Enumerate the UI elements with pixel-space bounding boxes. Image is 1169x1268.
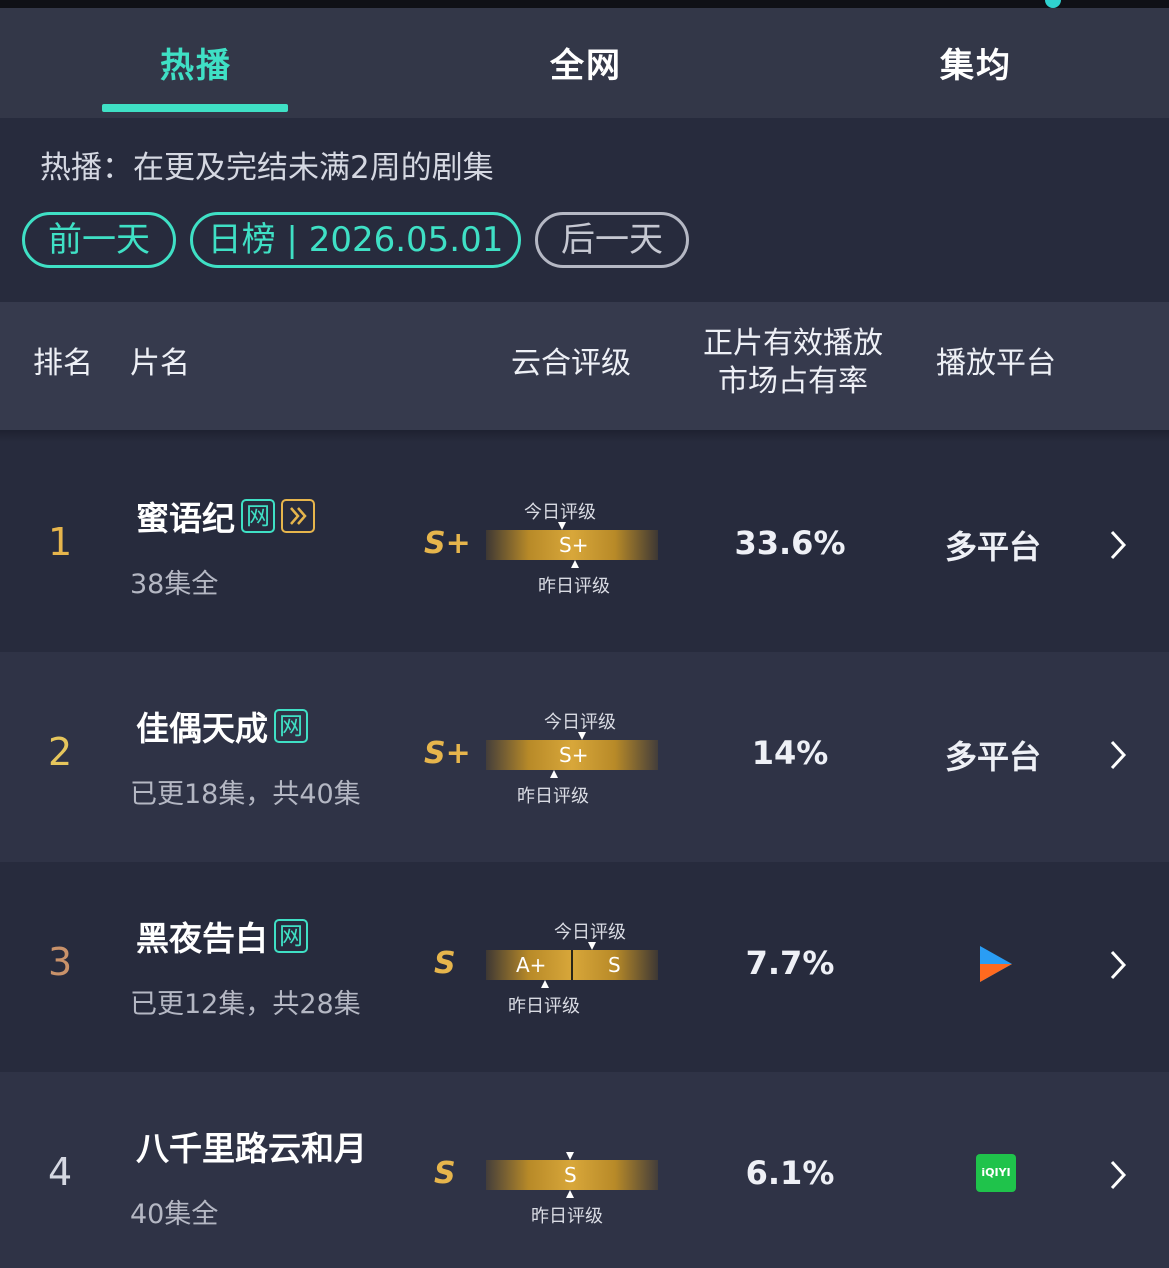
- column-platform: 播放平台: [936, 346, 1056, 381]
- chevron-right-icon[interactable]: [1108, 738, 1128, 772]
- scroll-indicator-dot: [1045, 0, 1061, 8]
- next-day-button[interactable]: 后一天: [535, 212, 689, 268]
- table-row[interactable]: 3 黑夜告白 网 已更12集，共28集 S 今日评级 A+ S 昨日评级 7.7…: [0, 862, 1169, 1072]
- rank-number: 2: [48, 730, 73, 774]
- episode-status: 已更18集，共40集: [130, 779, 361, 810]
- grade-bar: A+ S: [486, 950, 658, 980]
- show-title-text: 蜜语纪: [136, 499, 235, 538]
- grade-bar: S+: [486, 530, 658, 560]
- grade-bar: S: [486, 1160, 658, 1190]
- today-marker-icon: [566, 1152, 574, 1160]
- yesterday-grade-label: 昨日评级: [531, 1206, 603, 1227]
- grade-value: S: [434, 946, 456, 981]
- grade-bar-label: S+: [559, 743, 589, 767]
- market-share: 6.1%: [745, 1154, 835, 1192]
- show-title-text: 八千里路云和月: [136, 1129, 367, 1168]
- market-share: 33.6%: [734, 524, 846, 562]
- active-tab-underline: [102, 104, 288, 112]
- yesterday-marker-icon: [571, 560, 579, 568]
- grade-bar-right-label: S: [608, 953, 621, 977]
- table-row[interactable]: 2 佳偶天成 网 已更18集，共40集 S+ 今日评级 S+ 昨日评级 14% …: [0, 652, 1169, 862]
- episode-status: 40集全: [130, 1199, 219, 1230]
- grade-bar: S+: [486, 740, 658, 770]
- episode-status: 已更12集，共28集: [130, 989, 361, 1020]
- tab-bar: 热播 全网 集均: [0, 8, 1169, 118]
- table-row[interactable]: 1 蜜语纪 网 38集全 S+ 今日评级 S+ 昨日评级 33.6% 多平台: [0, 442, 1169, 652]
- show-title: 蜜语纪 网: [136, 492, 315, 540]
- show-title: 佳偶天成 网: [136, 702, 308, 750]
- page-description: 热播：在更及完结未满2周的剧集: [40, 150, 494, 186]
- today-grade-label: 今日评级: [544, 712, 616, 733]
- platform-name: 多平台: [945, 738, 1042, 776]
- show-title-text: 佳偶天成: [136, 709, 268, 748]
- market-share: 14%: [751, 734, 829, 772]
- yesterday-marker-icon: [550, 770, 558, 778]
- show-title: 八千里路云和月: [136, 1122, 367, 1170]
- grade-bar-label: S+: [559, 533, 589, 557]
- header-shadow: [0, 430, 1169, 442]
- date-selector[interactable]: 日榜 | 2026.05.01: [190, 212, 521, 268]
- yesterday-grade-label: 昨日评级: [517, 786, 589, 807]
- today-grade-label: 今日评级: [554, 922, 626, 943]
- rank-number: 4: [48, 1150, 73, 1194]
- network-badge: 网: [274, 919, 308, 953]
- show-title: 黑夜告白 网: [136, 912, 308, 960]
- grade-bar-left-label: A+: [516, 953, 547, 977]
- chevron-right-icon[interactable]: [1108, 528, 1128, 562]
- platform-name: 多平台: [945, 528, 1042, 566]
- iqiyi-logo-icon: iQIYI: [976, 1154, 1016, 1192]
- today-marker-icon: [588, 942, 596, 950]
- network-badge: 网: [274, 709, 308, 743]
- column-rank: 排名: [33, 346, 93, 381]
- yesterday-grade-label: 昨日评级: [538, 576, 610, 597]
- column-share-line2: 市场占有率: [718, 364, 868, 399]
- youku-play-icon: [980, 946, 1012, 982]
- rank-number: 1: [48, 520, 73, 564]
- rank-number: 3: [48, 940, 73, 984]
- prev-day-button[interactable]: 前一天: [22, 212, 176, 268]
- today-marker-icon: [578, 732, 586, 740]
- top-bar: [0, 0, 1169, 8]
- column-title: 片名: [130, 346, 190, 381]
- tab-hot[interactable]: 热播: [160, 38, 232, 87]
- grade-bar-label: S: [564, 1163, 577, 1187]
- fast-forward-icon: [281, 499, 315, 533]
- yesterday-marker-icon: [541, 980, 549, 988]
- grade-bar-divider: [571, 950, 573, 980]
- yesterday-marker-icon: [566, 1190, 574, 1198]
- yesterday-grade-label: 昨日评级: [508, 996, 580, 1017]
- column-grade: 云合评级: [511, 346, 631, 381]
- column-share-line1: 正片有效播放: [703, 326, 883, 361]
- episode-status: 38集全: [130, 569, 219, 600]
- chevron-right-icon[interactable]: [1108, 1158, 1128, 1192]
- grade-value: S+: [424, 526, 471, 561]
- network-badge: 网: [241, 499, 275, 533]
- show-title-text: 黑夜告白: [136, 919, 268, 958]
- today-marker-icon: [558, 522, 566, 530]
- tab-all-network[interactable]: 全网: [550, 38, 622, 87]
- grade-value: S+: [424, 736, 471, 771]
- today-grade-label: 今日评级: [524, 502, 596, 523]
- table-row[interactable]: 4 八千里路云和月 40集全 S S 昨日评级 6.1% iQIYI: [0, 1072, 1169, 1268]
- table-header: 排名 片名 云合评级 正片有效播放 市场占有率 播放平台: [0, 302, 1169, 430]
- chevron-right-icon[interactable]: [1108, 948, 1128, 982]
- market-share: 7.7%: [745, 944, 835, 982]
- grade-value: S: [434, 1156, 456, 1191]
- tab-episode-average[interactable]: 集均: [940, 38, 1012, 87]
